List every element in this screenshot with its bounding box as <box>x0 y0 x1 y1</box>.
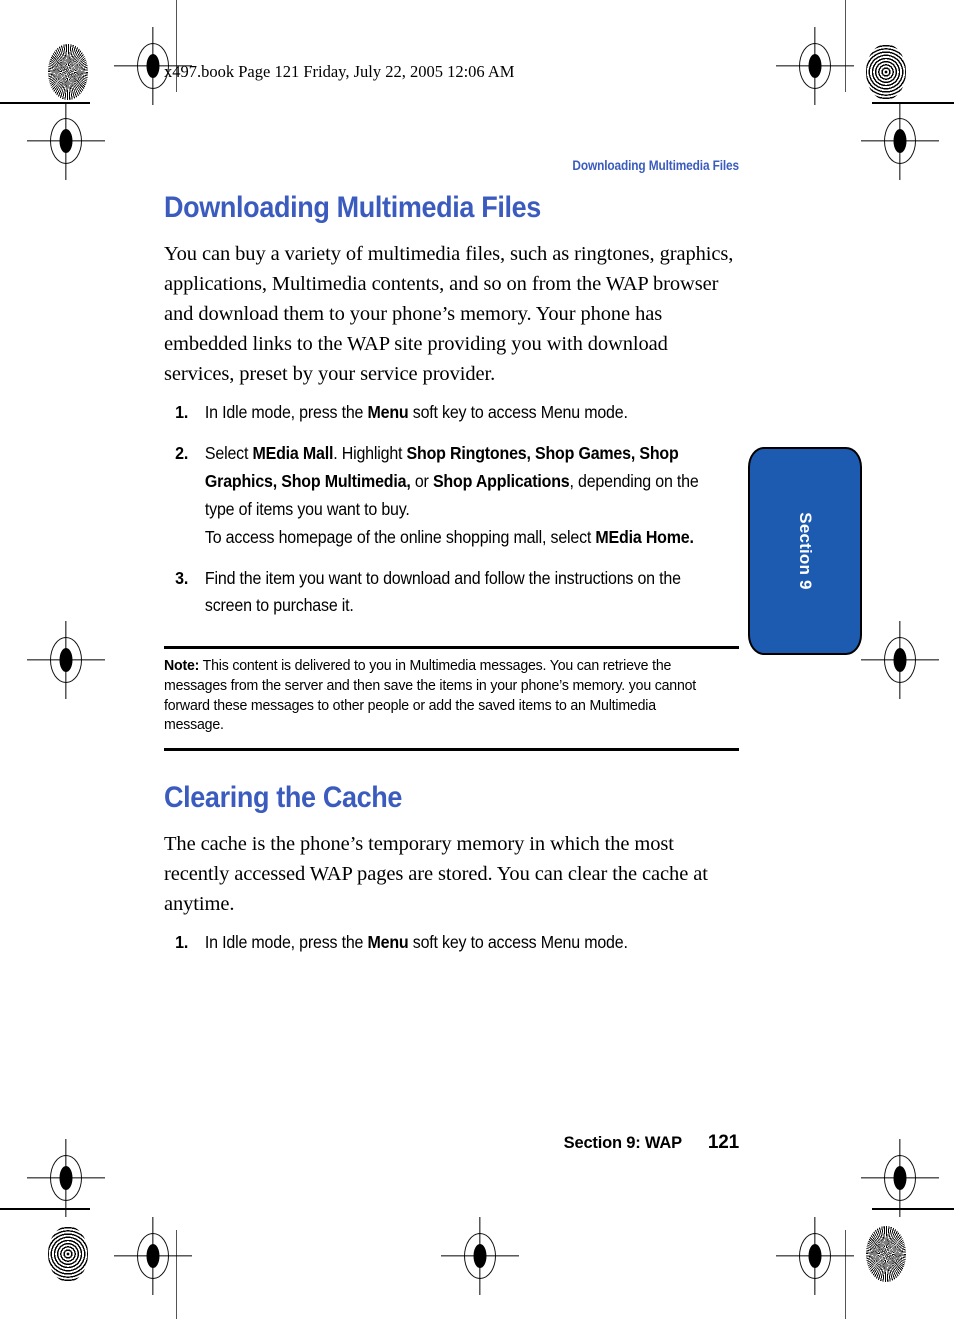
step-text: To access homepage of the online shoppin… <box>204 526 596 547</box>
registration-mark-top-right <box>776 27 854 105</box>
trim-line-left-lower <box>176 1230 178 1319</box>
page-footer: Section 9: WAP 121 <box>164 1132 740 1154</box>
rosette-mark-top-left <box>48 44 88 100</box>
page-title: Downloading Multimedia Files <box>164 191 541 224</box>
registration-mark-center-right <box>861 621 939 699</box>
step-text: or <box>410 470 433 491</box>
step-emphasis: Shop Applications <box>432 470 570 491</box>
step-number: 1. <box>175 932 189 953</box>
trim-rule-bottom-right <box>872 1208 954 1210</box>
section-thumb-tab: Section 9 <box>748 447 862 655</box>
trim-line-right-lower <box>845 1230 847 1319</box>
registration-mark-middle-left <box>27 102 105 180</box>
trim-line-right <box>845 0 847 92</box>
step-emphasis: Menu <box>367 402 409 423</box>
step-text: Find the item you want to download and f… <box>204 567 681 616</box>
running-head: Downloading Multimedia Files <box>572 158 739 173</box>
file-slug: x497.book Page 121 Friday, July 22, 2005… <box>164 62 515 81</box>
procedure-list-downloading: 1. In Idle mode, press the Menu soft key … <box>164 399 739 620</box>
step-text: soft key to access Menu mode. <box>408 402 628 423</box>
procedure-list-clearing-cache: 1. In Idle mode, press the Menu soft key … <box>164 929 739 957</box>
note-body: This content is delivered to you in Mult… <box>164 657 697 734</box>
note-text: Note: This content is delivered to you i… <box>164 656 699 735</box>
page-subtitle-clearing-cache: Clearing the Cache <box>164 781 403 815</box>
cache-paragraph: The cache is the phone’s temporary memor… <box>164 832 708 916</box>
rosette-mark-bottom-right <box>866 1226 906 1282</box>
registration-mark-bottom-right <box>776 1217 854 1295</box>
document-page: x497.book Page 121 Friday, July 22, 2005… <box>0 0 954 1319</box>
step-number: 1. <box>175 402 189 423</box>
trim-rule-top-right <box>872 102 954 104</box>
registration-mark-lower-left <box>27 1139 105 1217</box>
registration-mark-bottom-left <box>114 1217 192 1295</box>
note-box: Note: This content is delivered to you i… <box>164 646 739 752</box>
step-emphasis: MEdia Mall <box>252 443 334 464</box>
trim-rule-bottom-left <box>0 1208 90 1210</box>
procedure-step: 3. Find the item you want to download and… <box>164 565 699 621</box>
step-text: In Idle mode, press the <box>204 402 368 423</box>
step-text: . Highlight <box>333 443 407 464</box>
intro-paragraph: You can buy a variety of multimedia file… <box>164 242 734 386</box>
step-text: Select <box>204 443 253 464</box>
step-text: In Idle mode, press the <box>204 932 368 953</box>
page-number: 121 <box>707 1132 739 1153</box>
rosette-mark-bottom-left <box>48 1226 88 1282</box>
footer-section-label: Section 9: WAP <box>563 1134 682 1152</box>
registration-mark-center-left <box>27 621 105 699</box>
section-thumb-tab-label: Section 9 <box>796 512 815 590</box>
registration-mark-middle-right <box>861 102 939 180</box>
step-text: soft key to access Menu mode. <box>408 932 628 953</box>
trim-rule-top-left <box>0 102 90 104</box>
step-additional-text: To access homepage of the online shoppin… <box>205 524 699 552</box>
registration-mark-lower-right <box>861 1139 939 1217</box>
rosette-mark-top-right <box>866 44 906 100</box>
step-number: 2. <box>175 443 189 464</box>
page-content: Downloading Multimedia Files Downloading… <box>164 158 739 970</box>
step-number: 3. <box>175 567 189 588</box>
registration-mark-bottom-center <box>441 1217 519 1295</box>
procedure-step: 1. In Idle mode, press the Menu soft key … <box>164 399 699 427</box>
procedure-step: 2. Select MEdia Mall. Highlight Shop Ring… <box>164 440 699 551</box>
note-label: Note: <box>164 657 200 675</box>
step-emphasis: MEdia Home. <box>595 526 694 547</box>
step-emphasis: Menu <box>367 932 409 953</box>
procedure-step: 1. In Idle mode, press the Menu soft key … <box>164 929 699 957</box>
